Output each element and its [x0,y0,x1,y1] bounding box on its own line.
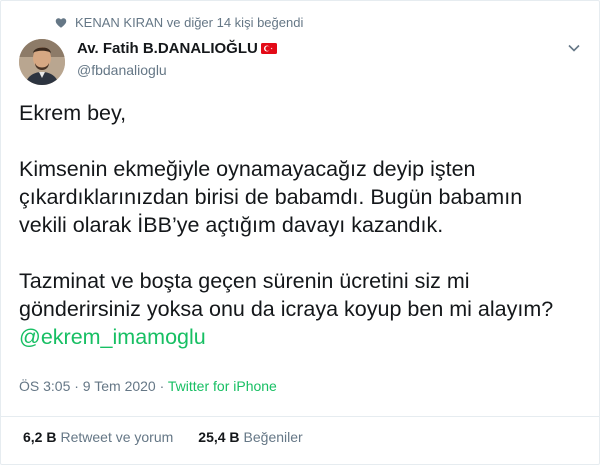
tweet-meta: ÖS 3:05 · 9 Tem 2020 · Twitter for iPhon… [19,378,277,394]
tweet-stats: 6,2 B Retweet ve yorum 25,4 B Beğeniler [1,416,599,445]
likes-stat[interactable]: 25,4 B Beğeniler [198,429,302,445]
avatar[interactable] [19,39,65,85]
tweet-line: gönderirsiniz yoksa onu da icraya koyup … [19,297,554,321]
retweets-count: 6,2 B [23,429,57,445]
tweet-line: Ekrem bey, [19,101,127,125]
tweet-line: Kimsenin ekmeğiyle oynamayacağız deyip i… [19,157,476,181]
mention-link[interactable]: @ekrem_imamoglu [19,325,206,349]
likes-count: 25,4 B [198,429,240,445]
tweet-card: KENAN KIRAN ve diğer 14 kişi beğendi Av.… [0,0,600,465]
retweets-stat[interactable]: 6,2 B Retweet ve yorum [23,429,173,445]
likes-label: Beğeniler [243,429,303,445]
chevron-down-icon[interactable] [567,41,581,55]
author-name-row[interactable]: Av. Fatih B.DANALIOĞLU [77,40,277,57]
turkey-flag-icon [260,43,277,54]
avatar-image [19,39,65,85]
tweet-source-link[interactable]: Twitter for iPhone [168,378,277,394]
author-name[interactable]: Av. Fatih B.DANALIOĞLU [77,40,258,57]
author-info[interactable]: Av. Fatih B.DANALIOĞLU @fbdanalioglu [77,40,277,78]
author-handle[interactable]: @fbdanalioglu [77,62,277,78]
social-context[interactable]: KENAN KIRAN ve diğer 14 kişi beğendi [55,15,303,30]
tweet-line: vekili olarak İBB’ye açtığım davayı kaza… [19,213,444,237]
tweet-line: Tazminat ve boşta geçen sürenin ücretini… [19,269,470,293]
social-context-text: KENAN KIRAN ve diğer 14 kişi beğendi [75,15,304,30]
heart-icon [55,17,67,28]
tweet-text: Ekrem bey, Kimsenin ekmeğiyle oynamayaca… [19,99,589,351]
tweet-line: çıkardıklarınızdan birisi de babamdı. Bu… [19,185,523,209]
tweet-timestamp[interactable]: ÖS 3:05 · 9 Tem 2020 · [19,378,168,394]
retweets-label: Retweet ve yorum [60,429,174,445]
